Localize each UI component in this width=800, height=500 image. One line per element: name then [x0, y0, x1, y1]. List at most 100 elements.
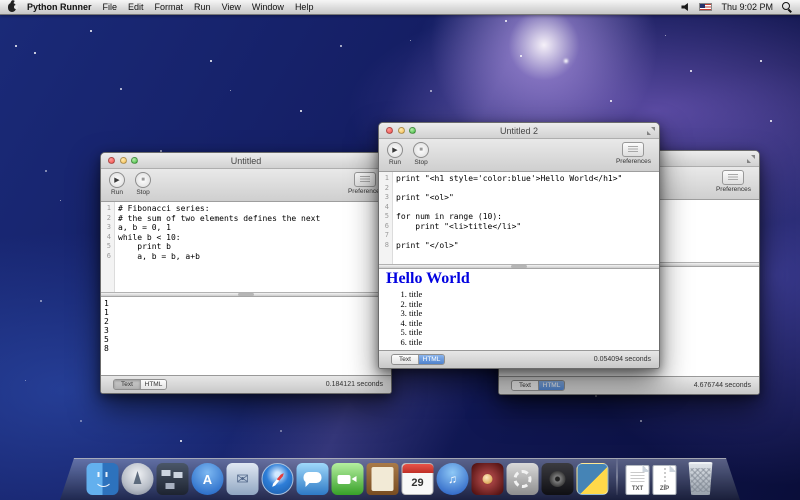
system-preferences-icon[interactable]	[507, 463, 539, 495]
segment-text[interactable]: Text	[114, 380, 140, 389]
python-runner-icon[interactable]	[577, 463, 609, 495]
code-line: print "<ol>"	[392, 193, 454, 203]
run-button[interactable]: ▶ Run	[109, 172, 125, 196]
status-bar: Text HTML 0.054094 seconds	[379, 350, 659, 368]
calendar-icon[interactable]: 29	[402, 463, 434, 495]
segment-text[interactable]: Text	[512, 381, 538, 390]
output-line: 5	[104, 335, 391, 344]
zoom-button[interactable]	[409, 127, 416, 134]
menu-help[interactable]: Help	[295, 2, 314, 12]
messages-icon[interactable]	[297, 463, 329, 495]
code-editor[interactable]: 1print "<h1 style='color:blue'>Hello Wor…	[379, 172, 659, 264]
traffic-lights	[386, 127, 416, 134]
app-store-icon[interactable]: A	[192, 463, 224, 495]
apple-menu-icon[interactable]	[8, 3, 16, 12]
mail-icon[interactable]: ✉	[227, 463, 259, 495]
line-number: 2	[101, 214, 114, 224]
stop-label: Stop	[136, 189, 149, 196]
run-button[interactable]: ▶ Run	[387, 142, 403, 166]
segment-html[interactable]: HTML	[418, 355, 444, 364]
rendered-h1: Hello World	[386, 274, 653, 283]
line-number: 4	[379, 203, 392, 213]
close-button[interactable]	[386, 127, 393, 134]
stop-button[interactable]: ■ Stop	[413, 142, 429, 166]
play-icon: ▶	[387, 142, 403, 158]
finder-icon[interactable]	[87, 463, 119, 495]
facetime-icon[interactable]	[332, 463, 364, 495]
zip-label: ZIP	[654, 466, 676, 494]
menu-bar-clock[interactable]: Thu 9:02 PM	[721, 2, 773, 12]
run-time: 0.184121 seconds	[326, 381, 383, 388]
envelope-glyph: ✉	[227, 463, 259, 495]
html-output-pane: Hello World title title title title titl…	[379, 269, 659, 350]
app-menu[interactable]: Python Runner	[27, 2, 92, 12]
output-line: 1	[104, 308, 391, 317]
menu-file[interactable]: File	[103, 2, 118, 12]
window-titlebar[interactable]: Untitled 2	[379, 123, 659, 139]
menu-run[interactable]: Run	[194, 2, 211, 12]
run-time: 4.676744 seconds	[694, 382, 751, 389]
list-item: title	[409, 290, 653, 300]
line-number: 5	[379, 212, 392, 222]
dvd-player-icon[interactable]	[542, 463, 574, 495]
menu-format[interactable]: Format	[155, 2, 184, 12]
code-editor[interactable]: 1# Fibonacci series: 2# the sum of two e…	[101, 202, 391, 292]
code-line	[392, 184, 396, 194]
launchpad-icon[interactable]	[122, 463, 154, 495]
window-title: Untitled 2	[500, 126, 538, 136]
code-line: for num in range (10):	[392, 212, 502, 222]
run-label: Run	[389, 159, 401, 166]
segment-text[interactable]: Text	[392, 355, 418, 364]
minimize-button[interactable]	[120, 157, 127, 164]
fullscreen-icon[interactable]	[747, 155, 755, 163]
segment-html[interactable]: HTML	[538, 381, 564, 390]
preferences-icon	[354, 172, 376, 187]
line-number: 2	[379, 184, 392, 194]
itunes-icon[interactable]: ♫	[437, 463, 469, 495]
menu-window[interactable]: Window	[252, 2, 284, 12]
spotlight-icon[interactable]	[782, 2, 792, 12]
txt-document-icon[interactable]: TXT	[626, 465, 650, 495]
volume-icon[interactable]	[681, 3, 690, 11]
preferences-label: Preferences	[616, 158, 651, 165]
preferences-button[interactable]: Preferences	[716, 170, 751, 193]
code-line: while b < 10:	[114, 233, 181, 243]
segment-html[interactable]: HTML	[140, 380, 166, 389]
run-label: Run	[111, 189, 123, 196]
list-item: title	[409, 338, 653, 348]
window-titlebar[interactable]: Untitled	[101, 153, 391, 169]
line-number: 3	[101, 223, 114, 233]
output-line: 1	[104, 299, 391, 308]
trash-icon[interactable]	[688, 462, 714, 495]
line-number: 6	[379, 222, 392, 232]
line-number: 6	[101, 252, 114, 262]
stop-icon: ■	[413, 142, 429, 158]
preferences-button[interactable]: Preferences	[616, 142, 651, 165]
menu-edit[interactable]: Edit	[128, 2, 144, 12]
input-flag-icon[interactable]	[699, 3, 712, 11]
zoom-button[interactable]	[131, 157, 138, 164]
menu-view[interactable]: View	[222, 2, 241, 12]
menu-bar-status-area: Thu 9:02 PM	[681, 2, 792, 12]
zip-document-icon[interactable]: ZIP	[653, 465, 677, 495]
stop-button[interactable]: ■ Stop	[135, 172, 151, 196]
window-title: Untitled	[231, 156, 262, 166]
stop-icon: ■	[135, 172, 151, 188]
line-number: 5	[101, 242, 114, 252]
photo-booth-icon[interactable]	[472, 463, 504, 495]
output-line: 8	[104, 344, 391, 353]
list-item: title	[409, 309, 653, 319]
output-mode-segmented-control: Text HTML	[511, 380, 565, 391]
dock-icons: A ✉ 29 ♫ TXT ZIP	[87, 459, 714, 495]
output-pane: 1 1 2 3 5 8	[101, 297, 391, 375]
contacts-icon[interactable]	[367, 463, 399, 495]
code-line: a, b = 0, 1	[114, 223, 171, 233]
minimize-button[interactable]	[398, 127, 405, 134]
mission-control-icon[interactable]	[157, 463, 189, 495]
close-button[interactable]	[108, 157, 115, 164]
traffic-lights	[108, 157, 138, 164]
music-note-glyph: ♫	[437, 463, 469, 495]
safari-icon[interactable]	[262, 463, 294, 495]
fullscreen-icon[interactable]	[647, 127, 655, 135]
code-line: print b	[114, 242, 171, 252]
